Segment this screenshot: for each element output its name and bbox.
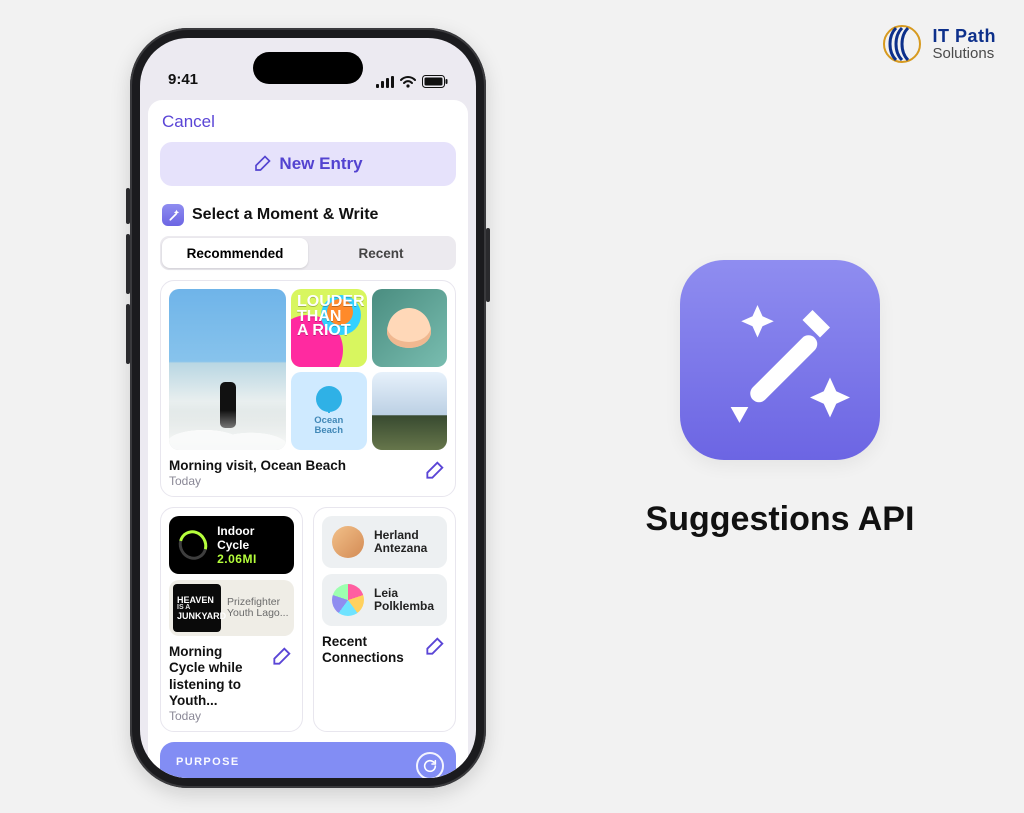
feature-title: Suggestions API [600, 500, 960, 539]
avatar [332, 526, 364, 558]
cellular-icon [376, 76, 394, 88]
album-cover: HEAVEN IS A JUNKYARD [173, 584, 221, 632]
activity-ring-icon [173, 525, 212, 565]
person-row: Herland Antezana [322, 516, 447, 568]
moment-tile-shell [372, 289, 448, 367]
moment-card-recent-connections[interactable]: Herland Antezana Leia Polklemba [313, 507, 456, 732]
person1-name-l2: Antezana [374, 542, 427, 555]
umbrella-icon [316, 386, 342, 412]
brand-name-line1: IT Path [932, 27, 996, 46]
louder-word3: A RIOT [297, 324, 361, 339]
moment1-compose-button[interactable] [421, 458, 447, 484]
moment-tile-cliff [372, 372, 448, 450]
dynamic-island [253, 52, 363, 84]
compose-icon [271, 647, 291, 667]
compose-icon [424, 637, 444, 657]
iphone-mock: 9:41 Cancel New Entry Select a Moment & … [130, 28, 486, 788]
phone-screen: 9:41 Cancel New Entry Select a Moment & … [140, 38, 476, 778]
workout-name: Indoor Cycle [217, 524, 284, 552]
moment-card-morning-cycle[interactable]: Indoor Cycle 2.06MI HEAVEN IS A JUNKYARD… [160, 507, 303, 732]
moment2-subtitle: Today [169, 709, 260, 723]
compose-icon [424, 461, 444, 481]
refresh-icon [422, 758, 438, 774]
person2-name-l2: Polklemba [374, 600, 434, 613]
moment1-subtitle: Today [169, 474, 346, 488]
moment-tile-louder: LOUDER THAN A RIOT [291, 289, 367, 367]
purpose-refresh-button[interactable] [416, 752, 444, 778]
brand-lockup: IT Path Solutions [882, 24, 996, 64]
moment-card-ocean-beach[interactable]: LOUDER THAN A RIOT Ocean Beach [160, 280, 456, 497]
new-entry-label: New Entry [279, 154, 362, 174]
album-meta2: Youth Lago... [227, 608, 289, 620]
tab-recent[interactable]: Recent [308, 238, 454, 268]
wifi-icon [400, 76, 416, 88]
purpose-prompt-card[interactable]: PURPOSE Think about something you love t… [160, 742, 456, 778]
sheet-top-bar: Cancel [148, 100, 468, 138]
wand-mini-icon [162, 204, 184, 226]
avatar [332, 584, 364, 616]
moment3-title: Recent Connections [322, 634, 413, 666]
album-tile: HEAVEN IS A JUNKYARD Prizefighter Youth … [169, 580, 294, 636]
moment-tile-ocean-label: Ocean Beach [291, 372, 367, 450]
purpose-label: PURPOSE [176, 756, 440, 768]
album-word3: JUNKYARD [177, 612, 217, 621]
workout-metric: 2.06MI [217, 552, 284, 566]
section-header: Select a Moment & Write [162, 204, 454, 226]
compose-icon [253, 155, 271, 173]
sheet-content: New Entry Select a Moment & Write Recomm… [148, 138, 468, 778]
status-time: 9:41 [168, 71, 198, 88]
moment3-compose-button[interactable] [421, 634, 447, 660]
moment-photo-main [169, 289, 286, 450]
suggestions-app-icon [680, 260, 880, 460]
new-entry-button[interactable]: New Entry [160, 142, 456, 186]
moment1-title: Morning visit, Ocean Beach [169, 458, 346, 474]
person-row: Leia Polklemba [322, 574, 447, 626]
brand-name-line2: Solutions [932, 46, 996, 62]
cancel-button[interactable]: Cancel [162, 112, 215, 132]
album-word2: IS A [177, 605, 217, 612]
section-title: Select a Moment & Write [192, 206, 378, 224]
segmented-control: Recommended Recent [160, 236, 456, 270]
workout-tile: Indoor Cycle 2.06MI [169, 516, 294, 574]
ocean-label-l2: Beach [314, 426, 343, 436]
battery-icon [422, 75, 448, 88]
moment2-title: Morning Cycle while listening to Youth..… [169, 644, 260, 709]
brand-logo-icon [882, 24, 922, 64]
moment2-compose-button[interactable] [268, 644, 294, 670]
feature-block: Suggestions API [600, 260, 960, 539]
tab-recommended[interactable]: Recommended [162, 238, 308, 268]
